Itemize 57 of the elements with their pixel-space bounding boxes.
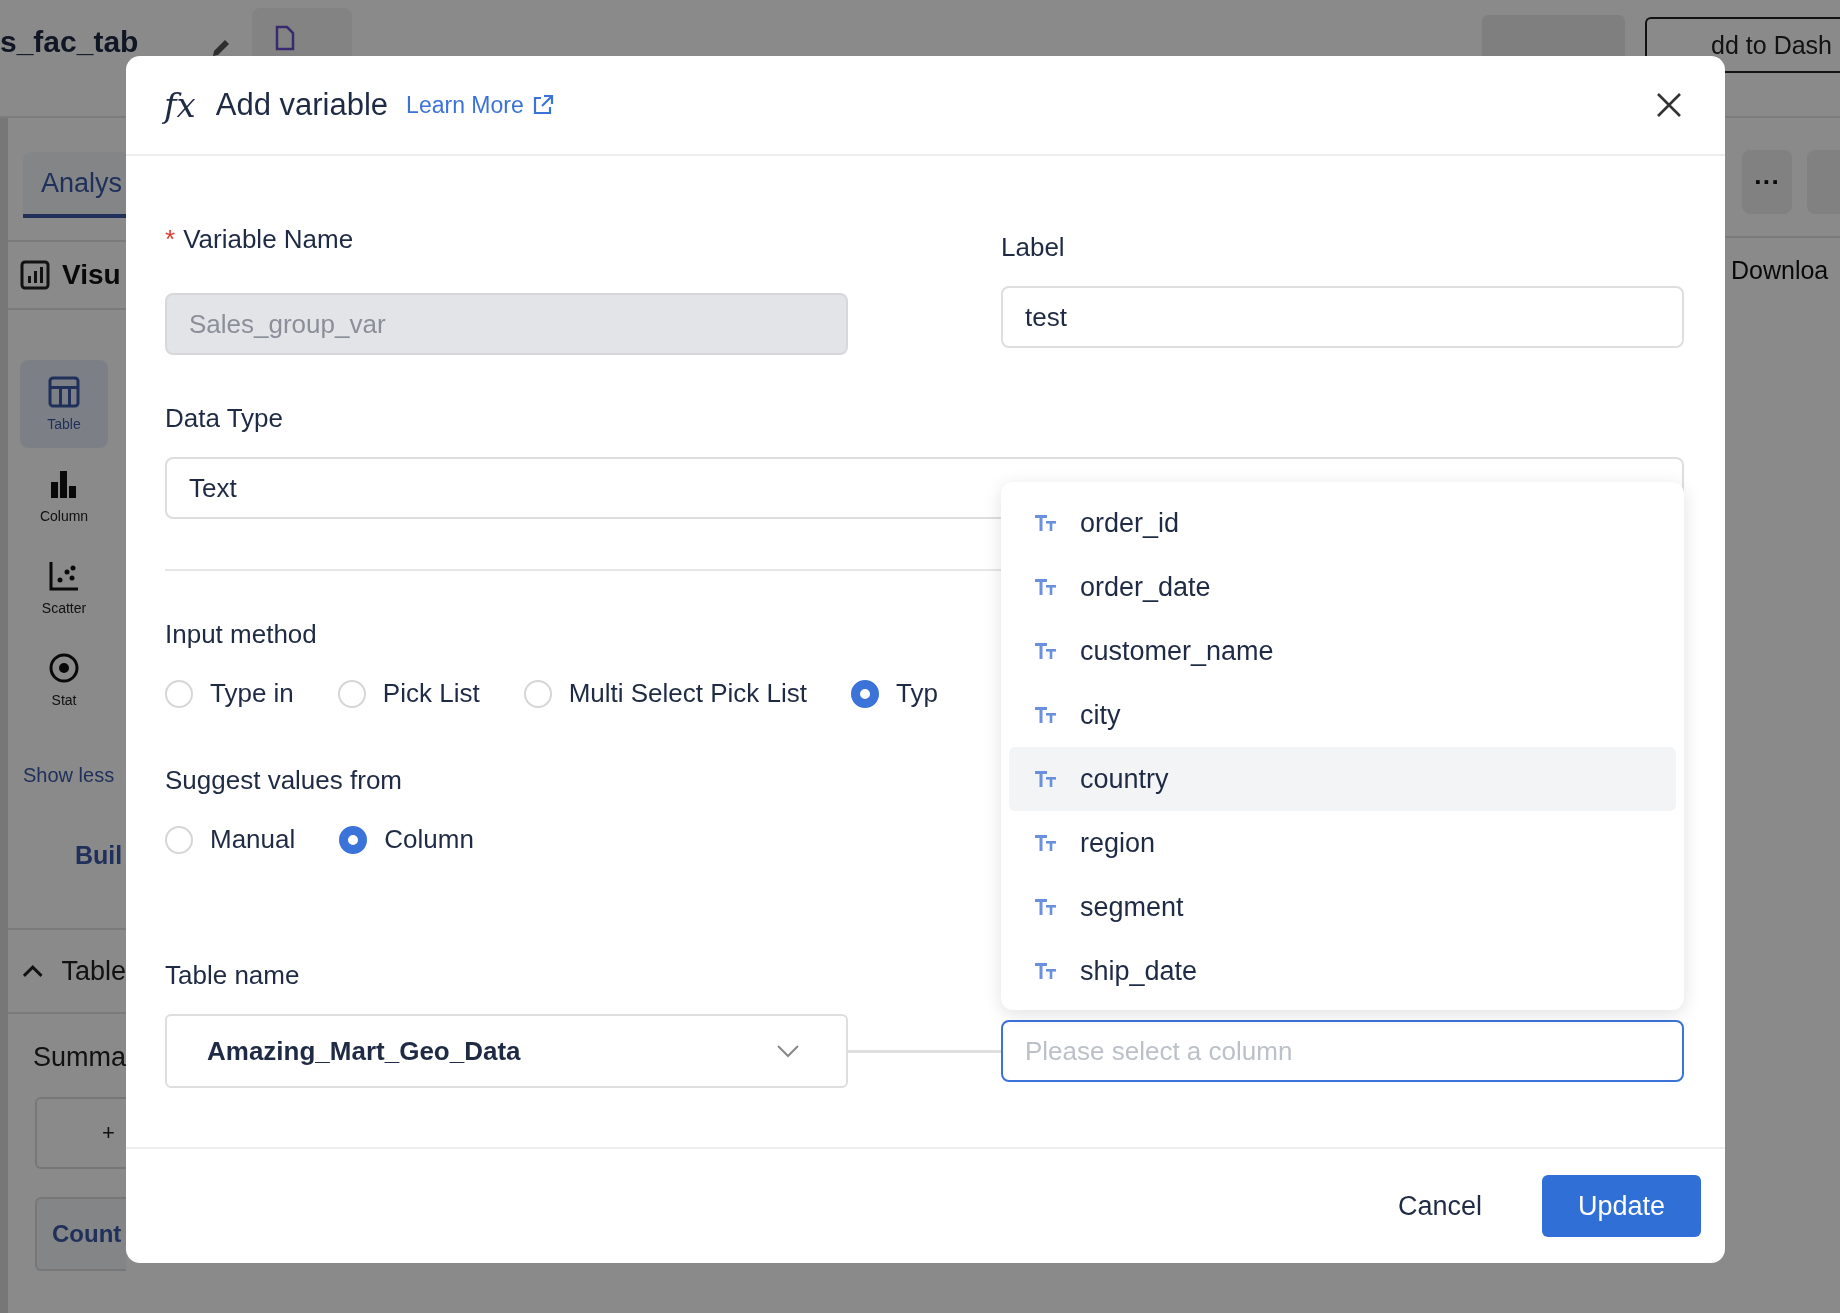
section-title: Visu (62, 259, 121, 291)
menu-item[interactable]: order_date (1009, 555, 1676, 619)
table-name-select[interactable]: Amazing_Mart_Geo_Data (165, 1014, 848, 1088)
menu-item[interactable]: country (1009, 747, 1676, 811)
function-icon: fx (164, 85, 196, 125)
update-button[interactable]: Update (1542, 1175, 1701, 1237)
text-type-icon (1035, 962, 1057, 980)
external-link-icon (531, 94, 554, 116)
learn-more-link[interactable]: Learn More (406, 91, 554, 119)
field-label: Input method (165, 619, 317, 649)
section-title: Summa (33, 1042, 126, 1073)
menu-item[interactable]: region (1009, 811, 1676, 875)
bar-chart-icon (20, 260, 50, 290)
text-type-icon (1035, 514, 1057, 532)
radio-label[interactable]: Column (384, 824, 474, 855)
field-label: Label (1001, 232, 1065, 262)
chevron-down-icon (776, 1044, 800, 1058)
chart-type-item[interactable]: Stat (20, 636, 108, 724)
chart-type-item[interactable]: Scatter (20, 544, 108, 632)
field-label: Data Type (165, 403, 284, 433)
field-label: Suggest values from (165, 765, 402, 795)
dialog-title: Add variable (215, 87, 389, 123)
page-title: s_fac_tab (0, 25, 139, 59)
radio-label[interactable]: Type in (210, 678, 294, 709)
text-type-icon (1035, 898, 1057, 916)
variable-name-field: Sales_group_var (165, 293, 848, 355)
text-type-icon (1035, 642, 1057, 660)
radio-button[interactable] (851, 679, 880, 708)
radio-label[interactable]: Multi Select Pick List (568, 678, 808, 709)
text-type-icon (1035, 770, 1057, 788)
radio-label[interactable]: Pick List (382, 678, 480, 709)
close-icon[interactable] (1655, 91, 1683, 119)
menu-item[interactable]: customer_name (1009, 619, 1676, 683)
table-icon (48, 376, 80, 408)
text-type-icon (1035, 834, 1057, 852)
column-field[interactable]: Please select a column (1001, 1020, 1684, 1082)
required-mark: * (165, 224, 176, 254)
text-type-icon (1035, 578, 1057, 596)
show-less-link[interactable]: Show less (23, 764, 126, 787)
text-type-icon (1035, 706, 1057, 724)
more-button[interactable]: ··· (1742, 150, 1793, 214)
radio-label[interactable]: Manual (210, 824, 296, 855)
caret-up-icon[interactable] (22, 964, 44, 978)
field-label: Table name (165, 960, 300, 990)
menu-item[interactable]: segment (1009, 875, 1676, 939)
section-title: Table (61, 955, 126, 987)
menu-item[interactable]: ship_date (1009, 939, 1676, 1003)
build-tab[interactable]: Buil (75, 841, 126, 870)
download-button[interactable]: Downloa (1731, 256, 1840, 285)
label-field[interactable]: test (1001, 286, 1684, 348)
radio-label[interactable]: Typ (896, 678, 938, 709)
field-label: Variable Name (183, 224, 354, 254)
menu-item[interactable]: city (1009, 683, 1676, 747)
radio-button[interactable] (339, 825, 368, 854)
chart-type-item[interactable]: Column (20, 452, 108, 540)
target-icon (48, 652, 80, 684)
scatter-plot-icon (48, 560, 80, 592)
